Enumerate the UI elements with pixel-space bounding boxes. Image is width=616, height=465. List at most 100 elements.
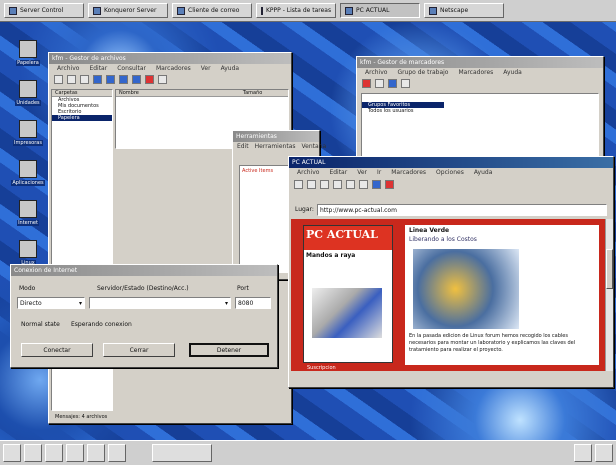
stop-icon[interactable]: [385, 179, 394, 189]
properties-icon[interactable]: [401, 79, 410, 88]
magazine-headline: Mandos a raya: [306, 252, 356, 259]
up-icon[interactable]: [132, 75, 141, 84]
menu-ayuda[interactable]: Ayuda: [474, 169, 493, 176]
home-icon[interactable]: [320, 179, 329, 189]
page-content: PC ACTUAL Mandos a raya Linea Verde Libe…: [291, 219, 605, 371]
connect-button[interactable]: Conectar: [21, 343, 93, 357]
browser-titlebar[interactable]: PC ACTUAL: [289, 157, 613, 168]
stop-button[interactable]: Detener: [189, 343, 269, 357]
bookmarks-window: kfm - Gestor de marcadores Archivo Grupo…: [356, 56, 604, 162]
menu-editar[interactable]: Editar: [329, 169, 347, 176]
search-icon[interactable]: [346, 179, 355, 189]
new-icon[interactable]: [54, 75, 63, 84]
reload-icon[interactable]: [158, 75, 167, 84]
menu-herramientas[interactable]: Herramientas: [255, 143, 296, 150]
monitor-icon[interactable]: [574, 444, 592, 462]
menu-ver[interactable]: Ver: [357, 169, 367, 176]
column-header-size[interactable]: Tamaño: [243, 90, 262, 96]
tree-item-selected[interactable]: Papelera: [52, 115, 112, 121]
column-header-folders[interactable]: Carpetas: [55, 90, 78, 96]
desktop-icon-drives[interactable]: Unidades: [14, 80, 42, 106]
desktop-icon-trash[interactable]: Papelera: [14, 40, 42, 66]
menu-opciones[interactable]: Opciones: [436, 169, 464, 176]
back-icon[interactable]: [106, 75, 115, 84]
print-icon[interactable]: [359, 179, 368, 189]
home-icon[interactable]: [93, 75, 102, 84]
menu-marcadores[interactable]: Marcadores: [458, 69, 493, 76]
stop-icon[interactable]: [145, 75, 154, 84]
article-heading[interactable]: Liberando a los Costos: [405, 236, 599, 243]
window-icon: [177, 6, 185, 15]
reload-icon[interactable]: [333, 179, 342, 189]
bookmark-folder[interactable]: Todos los usuarios: [362, 108, 598, 114]
menu-ir[interactable]: Ir: [377, 169, 381, 176]
menu-marcadores[interactable]: Marcadores: [391, 169, 426, 176]
desktop-icon-printers[interactable]: Impresoras: [13, 120, 43, 146]
menu-editar[interactable]: Editar: [89, 65, 107, 72]
start-menu-icon[interactable]: [3, 444, 21, 462]
forward-icon[interactable]: [307, 179, 316, 189]
menu-ventana[interactable]: Ventana: [302, 143, 327, 150]
menu-archivo[interactable]: Archivo: [297, 169, 319, 176]
port-field[interactable]: 8080: [235, 297, 271, 309]
tools-titlebar[interactable]: Herramientas: [233, 131, 319, 142]
taskbar-item-konqueror[interactable]: Konqueror Server: [88, 3, 168, 18]
server-select[interactable]: ▾: [89, 297, 231, 309]
taskbar-item-netscape[interactable]: Netscape: [424, 3, 504, 18]
menu-marcadores[interactable]: Marcadores: [156, 65, 191, 72]
menu-edit[interactable]: Edit: [237, 143, 249, 150]
save-icon[interactable]: [67, 75, 76, 84]
browser-scrollbar[interactable]: [605, 219, 613, 371]
article-panel: Linea Verde Liberando a los Costos En la…: [405, 225, 599, 365]
tools-menubar: Edit Herramientas Ventana: [233, 142, 326, 151]
terminal-icon[interactable]: [66, 444, 84, 462]
back-icon[interactable]: [294, 179, 303, 189]
menu-consultar[interactable]: Consultar: [117, 65, 146, 72]
article-body: En la pasada edicion de Linux forum hemo…: [409, 333, 576, 353]
url-input[interactable]: http://www.pc-actual.com: [317, 204, 607, 216]
menu-grupo[interactable]: Grupo de trabajo: [397, 69, 448, 76]
trash-icon: [19, 40, 37, 58]
taskbar-item-mail[interactable]: Cliente de correo: [172, 3, 252, 18]
menu-ayuda[interactable]: Ayuda: [221, 65, 240, 72]
taskbar-item-kppp[interactable]: KPPP - Lista de tareas: [256, 3, 336, 18]
bottom-panel: [0, 440, 616, 465]
menu-archivo[interactable]: Archivo: [365, 69, 387, 76]
delete-icon[interactable]: [362, 79, 371, 88]
server-header: Servidor/Estado (Destino/Acc.): [97, 285, 189, 292]
bookmarks-menubar: Archivo Grupo de trabajo Marcadores Ayud…: [357, 68, 603, 77]
file-manager-titlebar[interactable]: kfm - Gestor de archivos: [49, 53, 291, 64]
pager[interactable]: [152, 444, 212, 462]
security-icon[interactable]: [372, 179, 381, 189]
taskbar-item-server-control[interactable]: Server Control: [4, 3, 84, 18]
mode-select[interactable]: Directo ▾: [17, 297, 85, 309]
menu-ayuda[interactable]: Ayuda: [503, 69, 522, 76]
column-header-name[interactable]: Nombre: [119, 90, 139, 96]
close-button[interactable]: Cerrar: [103, 343, 175, 357]
penguin-icon: [19, 240, 37, 258]
desktop-icon-apps[interactable]: Aplicaciones: [11, 160, 45, 186]
status-value: Esperando conexion: [71, 321, 132, 328]
forward-icon[interactable]: [119, 75, 128, 84]
scrollbar-thumb[interactable]: [606, 249, 613, 289]
menu-ver[interactable]: Ver: [201, 65, 211, 72]
bookmarks-titlebar[interactable]: kfm - Gestor de marcadores: [357, 57, 603, 68]
desktop-icon-internet[interactable]: Internet: [14, 200, 42, 226]
window-icon: [429, 6, 437, 15]
move-icon[interactable]: [388, 79, 397, 88]
desktop-icon-linux[interactable]: Linux: [14, 240, 42, 266]
new-folder-icon[interactable]: [375, 79, 384, 88]
print-icon[interactable]: [80, 75, 89, 84]
taskbar-item-pc-actual[interactable]: PC ACTUAL: [340, 3, 420, 18]
file-manager-icon[interactable]: [45, 444, 63, 462]
dialog-titlebar[interactable]: Conexion de Internet: [11, 265, 277, 276]
menu-archivo[interactable]: Archivo: [57, 65, 79, 72]
browser-menubar: Archivo Editar Ver Ir Marcadores Opcione…: [289, 168, 613, 177]
subscribe-link[interactable]: Suscripcion: [307, 365, 336, 371]
magazine-cover[interactable]: PC ACTUAL Mandos a raya: [303, 225, 393, 363]
editor-icon[interactable]: [87, 444, 105, 462]
desktop-icon[interactable]: [24, 444, 42, 462]
printer-icon: [19, 120, 37, 138]
browser-icon[interactable]: [108, 444, 126, 462]
browser-toolbar: [289, 177, 613, 191]
